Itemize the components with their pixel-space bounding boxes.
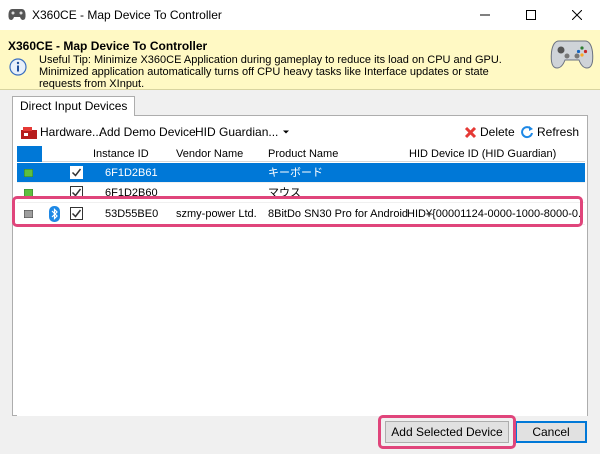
column-header-product[interactable]: Product Name <box>268 146 338 162</box>
grid-header: Instance ID Vendor Name Product Name HID… <box>17 146 585 162</box>
hid-guardian-label: HID Guardian... <box>195 125 279 139</box>
cancel-button[interactable]: Cancel <box>515 421 587 443</box>
header-title: X360CE - Map Device To Controller <box>8 39 208 53</box>
tab-direct-input-devices[interactable]: Direct Input Devices <box>12 96 136 116</box>
device-grid[interactable]: Instance ID Vendor Name Product Name HID… <box>17 146 587 416</box>
gamepad-app-icon <box>8 9 26 20</box>
minimize-icon <box>480 14 490 16</box>
device-status-icon <box>24 169 33 177</box>
enable-checkbox[interactable] <box>70 207 83 220</box>
delete-icon <box>464 126 477 138</box>
header-select-all[interactable] <box>17 146 42 162</box>
add-demo-device-button[interactable]: Add Demo Device <box>99 121 196 143</box>
enable-checkbox[interactable] <box>70 166 83 179</box>
minimize-button[interactable] <box>462 0 508 30</box>
tip-header: X360CE - Map Device To Controller Useful… <box>0 30 600 90</box>
refresh-icon <box>521 126 533 139</box>
tip-line: Useful Tip: Minimize X360CE Application … <box>39 54 502 66</box>
hardware-label: Hardware... <box>40 125 103 139</box>
maximize-button[interactable] <box>508 0 554 30</box>
instance-id-cell: 6F1D2B60 <box>105 187 158 199</box>
product-cell: 8BitDo SN30 Pro for Android <box>268 208 409 220</box>
instance-id-cell: 6F1D2B61 <box>105 167 158 179</box>
close-icon <box>572 10 582 20</box>
vendor-cell: szmy-power Ltd. <box>176 208 257 220</box>
product-cell: マウス <box>268 187 301 199</box>
checkmark-icon <box>71 209 82 218</box>
table-row[interactable]: 6F1D2B60 マウス <box>17 183 585 203</box>
device-status-icon <box>24 210 33 218</box>
refresh-label: Refresh <box>537 125 580 139</box>
column-header-hid-device-id[interactable]: HID Device ID (HID Guardian) <box>409 146 556 162</box>
tip-line: Minimized application automatically turn… <box>39 66 489 78</box>
product-cell: キーボード <box>268 167 323 179</box>
add-demo-label: Add Demo Device <box>99 125 196 139</box>
instance-id-cell: 53D55BE0 <box>105 208 159 220</box>
maximize-icon <box>526 10 536 20</box>
add-selected-device-button[interactable]: Add Selected Device <box>385 421 509 443</box>
hardware-button[interactable]: Hardware... <box>21 121 102 143</box>
tip-text: Useful Tip: Minimize X360CE Application … <box>39 54 519 90</box>
enable-checkbox[interactable] <box>70 186 83 199</box>
checkmark-icon <box>71 168 82 177</box>
column-header-vendor[interactable]: Vendor Name <box>176 146 243 162</box>
dropdown-arrow-icon <box>283 130 290 134</box>
refresh-button[interactable]: Refresh <box>520 121 579 143</box>
gamepad-logo-icon <box>550 40 594 69</box>
device-status-icon <box>24 189 33 197</box>
checkmark-icon <box>71 188 82 197</box>
delete-label: Delete <box>480 125 515 139</box>
tip-line: requests from XInput. <box>39 78 145 90</box>
delete-button[interactable]: Delete <box>464 121 515 143</box>
bluetooth-icon <box>49 206 60 222</box>
hardware-icon <box>21 126 37 139</box>
hid-id-cell: HID¥{00001124-0000-1000-8000-0... <box>407 208 583 220</box>
column-header-instance-id[interactable]: Instance ID <box>93 146 149 162</box>
hid-guardian-dropdown[interactable]: HID Guardian... <box>195 121 293 143</box>
window-title: X360CE - Map Device To Controller <box>32 8 222 22</box>
toolbar: Hardware... Add Demo Device HID Guardian… <box>13 121 587 143</box>
info-icon <box>9 58 27 76</box>
title-bar: X360CE - Map Device To Controller <box>0 0 600 30</box>
table-row[interactable]: 53D55BE0 szmy-power Ltd. 8BitDo SN30 Pro… <box>17 203 585 225</box>
table-row[interactable]: 6F1D2B61 キーボード <box>17 163 585 183</box>
close-button[interactable] <box>554 0 600 30</box>
